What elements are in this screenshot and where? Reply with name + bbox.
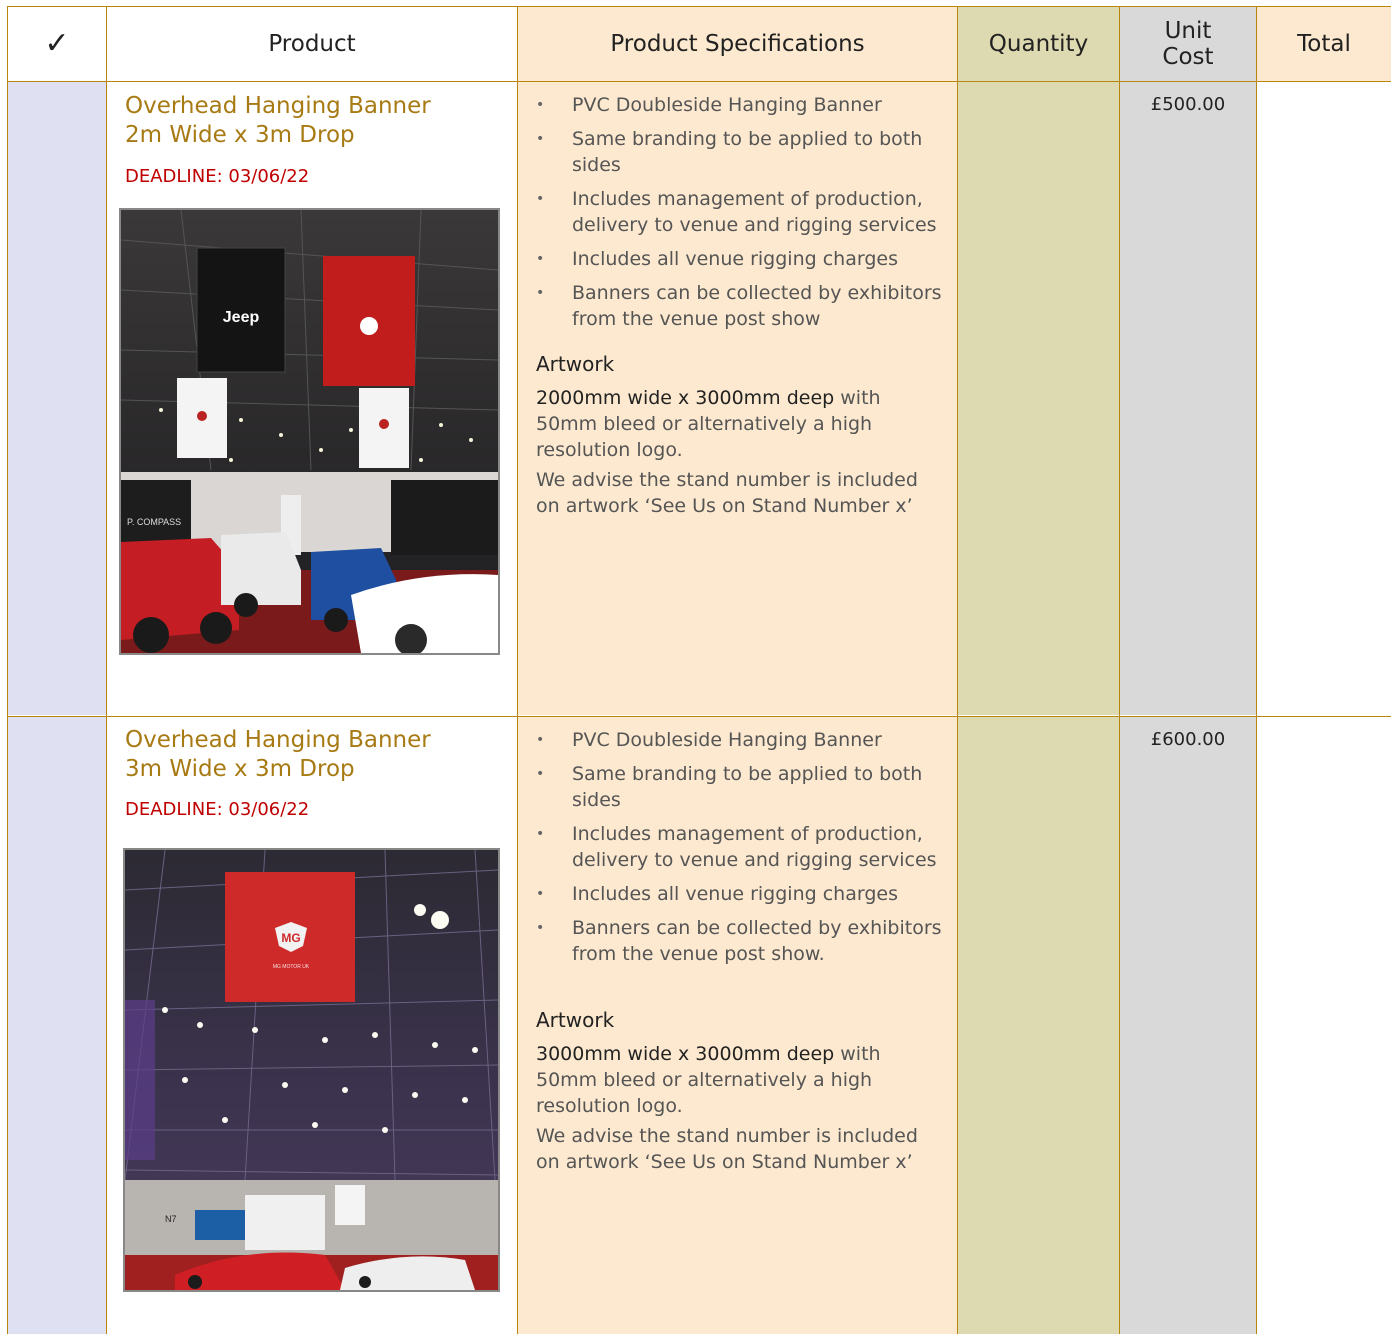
- row-2-product-photo: MG MG MOTOR UK N7: [123, 848, 500, 1292]
- row-2-spec-item: Banners can be collected by exhibitors f…: [536, 915, 946, 967]
- header-check: ✓: [8, 7, 106, 81]
- header-quantity: Quantity: [958, 7, 1119, 81]
- row-1-check-cell[interactable]: [8, 82, 106, 715]
- row-2-artwork-heading: Artwork: [536, 1008, 615, 1032]
- column-divider: [106, 6, 107, 1334]
- banner-photo-2-image: MG MG MOTOR UK N7: [125, 850, 498, 1290]
- row-2-deadline: DEADLINE: 03/06/22: [125, 799, 310, 820]
- table-border-top: [7, 6, 1391, 7]
- header-product: Product: [107, 7, 517, 81]
- row-1-artwork-spec: 2000mm wide x 3000mm deep with 50mm blee…: [536, 385, 941, 463]
- row-1-artwork-dimensions: 2000mm wide x 3000mm deep: [536, 387, 835, 409]
- header-specifications: Product Specifications: [518, 7, 957, 81]
- row-2-unit-cost: £600.00: [1150, 729, 1226, 750]
- row-2-artwork-advice: We advise the stand number is included o…: [536, 1125, 918, 1173]
- header-unit-cost: Unit Cost: [1120, 7, 1256, 81]
- row-2-title-line2: 3m Wide x 3m Drop: [125, 756, 355, 782]
- photo-2-banner-logo: MG: [281, 931, 300, 945]
- photo-1-banner-text: Jeep: [223, 309, 260, 326]
- header-total: Total: [1257, 7, 1391, 81]
- row-2-spec-item: Includes management of production, deliv…: [536, 821, 946, 873]
- checkmark-icon: ✓: [44, 26, 70, 61]
- row-1-title-line2: 2m Wide x 3m Drop: [125, 122, 355, 148]
- row-1-spec-item: Banners can be collected by exhibitors f…: [536, 280, 946, 332]
- row-1-product-title: Overhead Hanging Banner 2m Wide x 3m Dro…: [125, 92, 431, 150]
- row-1-quantity-cell[interactable]: [958, 82, 1119, 715]
- row-1-spec-item: Includes all venue rigging charges: [536, 246, 946, 272]
- row-2-artwork-dimensions: 3000mm wide x 3000mm deep: [536, 1043, 835, 1065]
- row-1-title-line1: Overhead Hanging Banner: [125, 93, 431, 119]
- row-1-artwork-advice: We advise the stand number is included o…: [536, 469, 918, 517]
- row-2-unit-cost-cell: £600.00: [1120, 717, 1256, 1334]
- svg-text:N7: N7: [165, 1214, 177, 1224]
- row-1-specifications-cell: PVC Doubleside Hanging Banner Same brand…: [518, 82, 957, 715]
- row-2-check-cell[interactable]: [8, 717, 106, 1334]
- row-1-unit-cost-cell: £500.00: [1120, 82, 1256, 715]
- row-1-spec-item: Same branding to be applied to both side…: [536, 126, 946, 178]
- row-2-spec-item: PVC Doubleside Hanging Banner: [536, 727, 946, 753]
- svg-text:P. COMPASS: P. COMPASS: [127, 517, 181, 527]
- header-unit-cost-line1: Unit: [1164, 18, 1212, 44]
- header-unit-cost-line2: Cost: [1162, 44, 1214, 70]
- price-table: ✓ Product Product Specifications Quantit…: [0, 0, 1391, 1334]
- row-1-total-cell: [1257, 82, 1391, 715]
- column-divider: [517, 6, 518, 1334]
- row-1-product-cell: Overhead Hanging Banner 2m Wide x 3m Dro…: [107, 82, 517, 715]
- row-2-quantity-cell[interactable]: [958, 717, 1119, 1334]
- row-1-spec-item: Includes management of production, deliv…: [536, 186, 946, 238]
- row-2-product-title: Overhead Hanging Banner 3m Wide x 3m Dro…: [125, 726, 431, 784]
- row-2-spec-item: Same branding to be applied to both side…: [536, 761, 946, 813]
- row-2-product-cell: Overhead Hanging Banner 3m Wide x 3m Dro…: [107, 717, 517, 1334]
- table-border-row: [7, 716, 1391, 717]
- row-2-title-line1: Overhead Hanging Banner: [125, 727, 431, 753]
- table-border-left: [7, 6, 8, 1334]
- table-border-header: [7, 81, 1391, 82]
- row-1-spec-item: PVC Doubleside Hanging Banner: [536, 92, 946, 118]
- column-divider: [1119, 6, 1120, 1334]
- row-2-total-cell: [1257, 717, 1391, 1334]
- row-1-spec-list: PVC Doubleside Hanging Banner Same brand…: [536, 92, 946, 340]
- row-1-unit-cost: £500.00: [1150, 94, 1226, 115]
- banner-photo-1-image: Jeep P. COMPASS: [121, 210, 498, 653]
- row-2-spec-item: Includes all venue rigging charges: [536, 881, 946, 907]
- row-1-artwork-heading: Artwork: [536, 352, 615, 376]
- column-divider: [957, 6, 958, 1334]
- row-2-specifications-cell: PVC Doubleside Hanging Banner Same brand…: [518, 717, 957, 1334]
- row-1-product-photo: Jeep P. COMPASS: [119, 208, 500, 655]
- photo-2-banner-text: MG MOTOR UK: [273, 964, 310, 970]
- column-divider: [1256, 6, 1257, 1334]
- row-1-deadline: DEADLINE: 03/06/22: [125, 166, 310, 187]
- row-2-artwork-spec: 3000mm wide x 3000mm deep with 50mm blee…: [536, 1041, 941, 1119]
- row-2-spec-list: PVC Doubleside Hanging Banner Same brand…: [536, 727, 946, 975]
